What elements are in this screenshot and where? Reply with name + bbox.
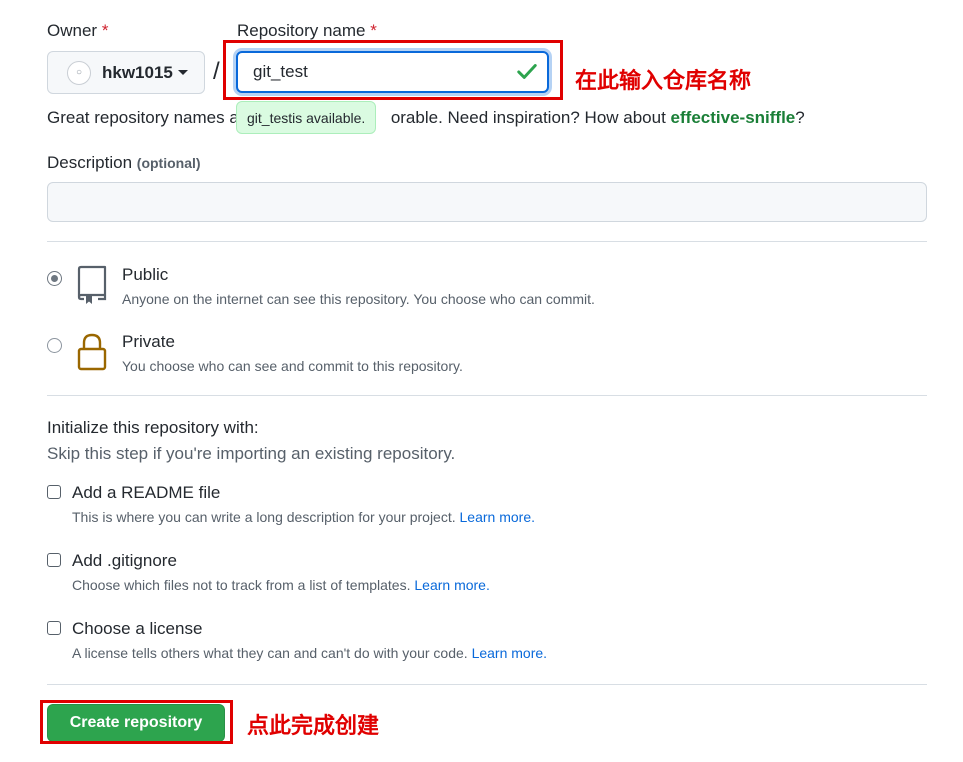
annotation-create: 点此完成创建 bbox=[247, 714, 380, 739]
gitignore-desc: Choose which files not to track from a l… bbox=[72, 577, 490, 593]
chevron-down-icon bbox=[177, 70, 188, 75]
checkbox-gitignore[interactable] bbox=[47, 553, 61, 567]
avatar: ○ bbox=[67, 60, 91, 85]
description-label: Description (optional) bbox=[47, 153, 201, 172]
highlight-box-repo-name bbox=[223, 40, 563, 100]
learn-more-link[interactable]: Learn more. bbox=[460, 509, 535, 525]
checkbox-readme[interactable] bbox=[47, 485, 61, 499]
required-mark: * bbox=[370, 21, 377, 40]
init-title: Initialize this repository with: bbox=[47, 418, 259, 437]
radio-private[interactable] bbox=[47, 338, 62, 353]
license-desc: A license tells others what they can and… bbox=[72, 645, 548, 661]
visibility-private-desc: You choose who can see and commit to thi… bbox=[122, 358, 463, 374]
visibility-public-title: Public bbox=[122, 265, 169, 284]
owner-name: hkw1015 bbox=[102, 62, 173, 82]
readme-desc: This is where you can write a long descr… bbox=[72, 509, 535, 525]
name-suggestion-link[interactable]: effective-sniffle bbox=[671, 108, 796, 127]
learn-more-link[interactable]: Learn more. bbox=[414, 577, 489, 593]
divider bbox=[47, 395, 927, 396]
checkbox-license[interactable] bbox=[47, 621, 61, 635]
radio-public[interactable] bbox=[47, 271, 62, 286]
annotation-repo-name: 在此输入仓库名称 bbox=[575, 69, 752, 94]
required-mark: * bbox=[101, 21, 109, 40]
divider bbox=[47, 684, 927, 685]
init-subtitle: Skip this step if you're importing an ex… bbox=[47, 444, 456, 463]
visibility-private-title: Private bbox=[122, 332, 175, 351]
readme-title: Add a README file bbox=[72, 483, 221, 502]
owner-label: Owner * bbox=[47, 21, 109, 40]
highlight-box-create bbox=[40, 700, 233, 744]
description-input[interactable] bbox=[47, 182, 927, 222]
divider bbox=[47, 241, 927, 242]
repo-name-hint: Great repository names a orable. Need ins… bbox=[47, 108, 805, 127]
owner-repo-separator: / bbox=[213, 58, 220, 85]
lock-icon bbox=[77, 333, 107, 371]
learn-more-link[interactable]: Learn more. bbox=[472, 645, 547, 661]
visibility-public-desc: Anyone on the internet can see this repo… bbox=[122, 291, 595, 307]
optional-mark: (optional) bbox=[136, 155, 201, 171]
owner-dropdown[interactable]: ○ hkw1015 bbox=[47, 51, 205, 94]
availability-tooltip: git_test is available. bbox=[236, 101, 377, 134]
license-title: Choose a license bbox=[72, 619, 203, 638]
gitignore-title: Add .gitignore bbox=[72, 551, 177, 570]
repo-name-label: Repository name * bbox=[237, 21, 377, 40]
repo-book-icon bbox=[77, 265, 107, 304]
